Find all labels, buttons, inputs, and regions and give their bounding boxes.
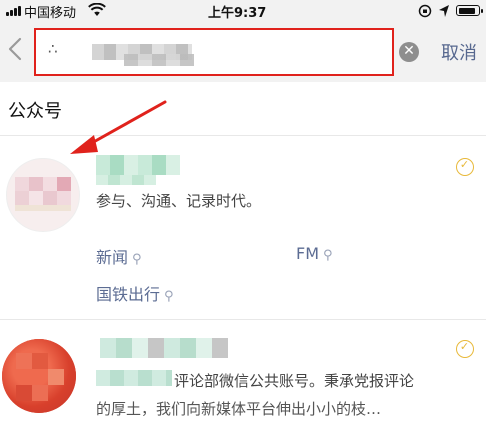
tag-label: 国铁出行 [96,285,161,304]
search-input[interactable]: ∴ [34,28,394,76]
cell-signal-icon [6,6,22,16]
tag-news[interactable]: 新闻 ⚲ [96,244,142,268]
search-query-prefix: ∴ [48,40,58,58]
avatar [2,339,76,413]
account-description-line2-text: 的厚土，我们向新媒体平台伸出小小的 [96,400,352,418]
link-icon: ⚲ [323,248,333,263]
account-name-blurred [96,155,180,175]
account-description-line2: 的厚土，我们向新媒体平台伸出小小的枝… [96,398,381,419]
account-description-line2-suffix: 枝… [351,400,382,418]
tag-fm[interactable]: FM ⚲ [296,244,333,263]
clear-circle-icon[interactable]: ✕ [399,42,419,62]
battery-icon [456,5,483,16]
tag-label: 新闻 [96,248,129,267]
account-description-line1: 评论部微信公共账号。秉承党报评论 [174,372,415,390]
link-icon: ⚲ [132,252,142,267]
tag-label: FM [296,244,320,263]
verified-check-icon: ✓ [456,340,474,358]
cancel-button[interactable]: 取消 [441,39,477,65]
description-blurred [96,370,172,386]
chevron-left-icon[interactable] [5,36,27,62]
orientation-lock-icon [418,4,432,18]
search-query-blurred-2 [124,54,194,66]
status-bar: 中国移动 上午9:37 [0,0,486,22]
search-bar: ∴ ✕ 取消 [0,22,486,82]
clock: 上午9:37 [208,6,267,21]
location-icon [439,5,449,17]
verified-check-icon: ✓ [456,158,474,176]
carrier-label: 中国移动 [24,6,77,21]
section-title: 公众号 [8,101,62,122]
avatar [6,158,80,232]
wifi-icon [88,3,106,16]
tag-railway[interactable]: 国铁出行 ⚲ [96,281,174,305]
account-name-blurred [100,338,228,358]
account-name-blurred-2 [96,175,156,185]
list-item-account-1[interactable] [0,136,486,318]
link-icon: ⚲ [164,289,174,304]
account-description: 参与、沟通、记录时代。 [96,192,262,210]
